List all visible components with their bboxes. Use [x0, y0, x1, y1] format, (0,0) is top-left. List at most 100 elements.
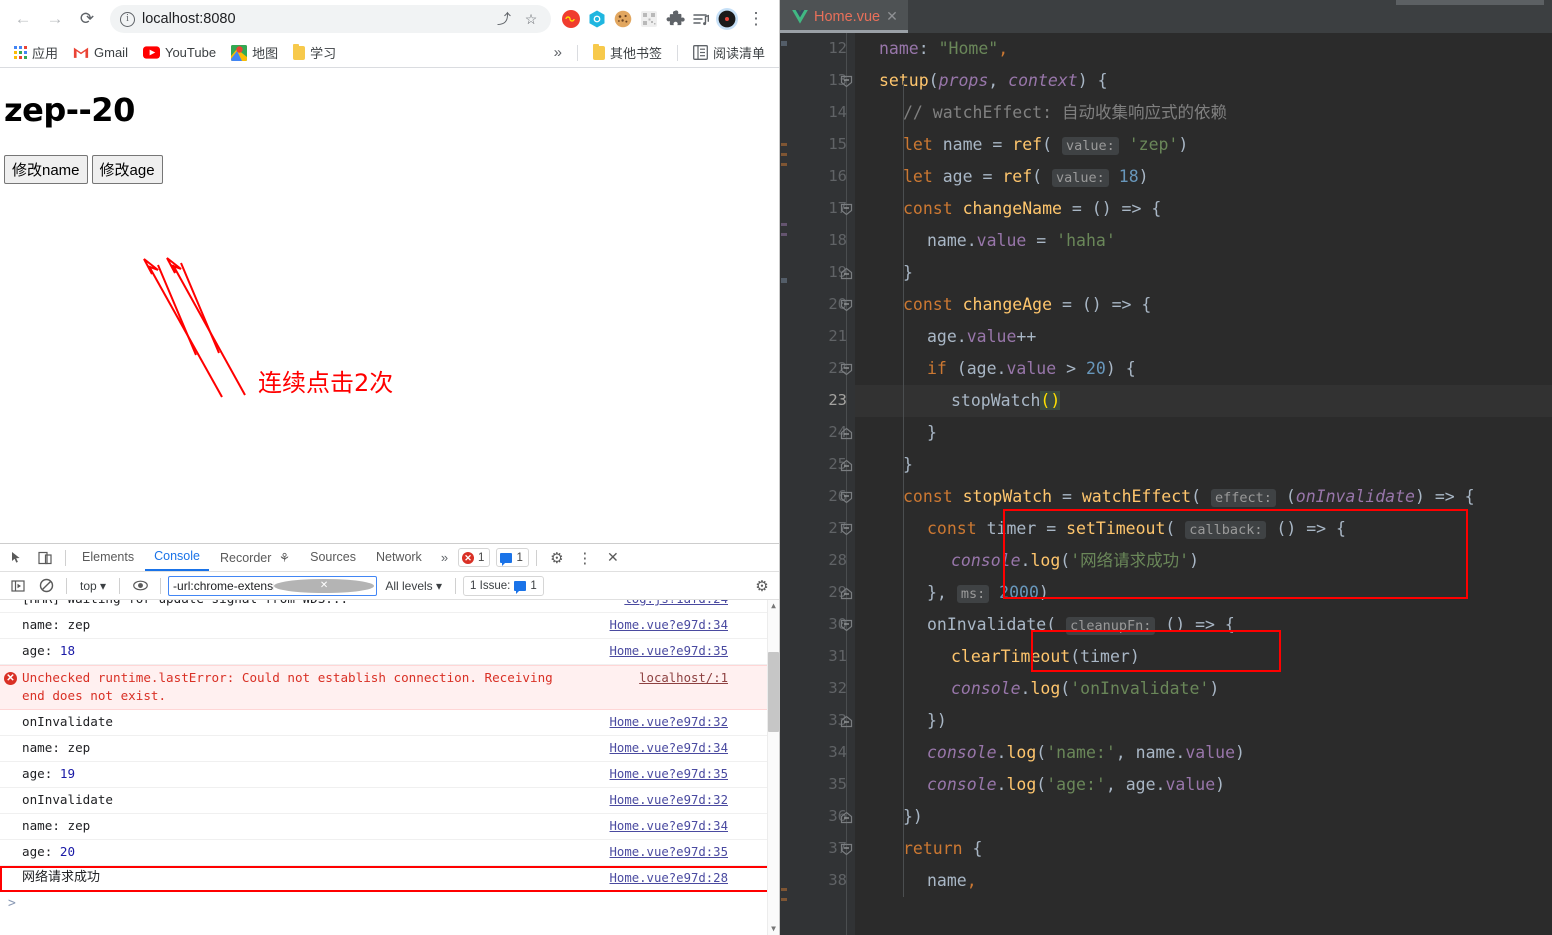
- issues-chip[interactable]: 1 Issue: 1: [463, 575, 544, 596]
- site-info-icon[interactable]: i: [120, 11, 135, 27]
- change-age-button[interactable]: 修改age: [91, 155, 163, 184]
- fold-collapse-icon[interactable]: [840, 203, 853, 216]
- fold-collapse-icon[interactable]: [840, 299, 853, 312]
- console-sidebar-icon[interactable]: [5, 574, 31, 598]
- chrome-menu-icon[interactable]: ⋮: [741, 4, 771, 34]
- console-row[interactable]: age: 19 Home.vue?e97d:35: [0, 762, 779, 788]
- live-expression-icon[interactable]: [127, 574, 153, 598]
- bookmark-apps[interactable]: 应用: [8, 41, 64, 64]
- console-scroll-thumb[interactable]: [768, 652, 779, 732]
- hexagon-icon[interactable]: [585, 7, 609, 31]
- tab-console[interactable]: Console: [145, 544, 209, 571]
- bookmark-other[interactable]: 其他书签: [587, 41, 668, 64]
- close-icon[interactable]: ✕: [886, 8, 898, 25]
- tab-network[interactable]: Network: [367, 545, 431, 570]
- console-source-link[interactable]: Home.vue?e97d:35: [610, 843, 772, 861]
- console-message: age: 19: [8, 765, 75, 783]
- console-row[interactable]: name: zep Home.vue?e97d:34: [0, 613, 779, 639]
- console-row[interactable]: age: 18 Home.vue?e97d:35: [0, 639, 779, 665]
- log-level-selector[interactable]: All levels ▾: [379, 579, 448, 593]
- puzzle-icon[interactable]: [663, 7, 687, 31]
- share-icon[interactable]: ⤴: [494, 9, 514, 29]
- fold-end-icon[interactable]: [840, 587, 853, 600]
- fold-collapse-icon[interactable]: [840, 843, 853, 856]
- console-source-link[interactable]: Home.vue?e97d:28: [610, 869, 772, 887]
- fold-end-icon[interactable]: [840, 811, 853, 824]
- bookmark-gmail[interactable]: Gmail: [67, 43, 134, 62]
- line-number: 18: [828, 231, 847, 249]
- fold-end-icon[interactable]: [840, 459, 853, 472]
- infinity-icon[interactable]: [559, 7, 583, 31]
- fold-end-icon[interactable]: [840, 715, 853, 728]
- issue-icon: [514, 580, 527, 594]
- tab-sources[interactable]: Sources: [301, 545, 365, 570]
- devtools-close-icon[interactable]: ✕: [600, 546, 626, 570]
- playlist-icon[interactable]: [689, 7, 713, 31]
- clear-console-icon[interactable]: [33, 574, 59, 598]
- console-source-link[interactable]: Home.vue?e97d:34: [610, 817, 772, 835]
- console-source-link[interactable]: Home.vue?e97d:32: [610, 713, 772, 731]
- console-message-text: age:: [22, 766, 60, 781]
- bookmark-star-icon[interactable]: ☆: [521, 11, 541, 28]
- message-count-badge[interactable]: 1: [496, 548, 529, 567]
- error-count-badge[interactable]: ✕ 1: [458, 548, 491, 567]
- address-bar[interactable]: i localhost:8080 ⤴ ☆: [110, 5, 551, 33]
- tab-elements[interactable]: Elements: [73, 545, 143, 570]
- qr-icon[interactable]: [637, 7, 661, 31]
- bookmark-youtube[interactable]: YouTube: [137, 43, 222, 62]
- device-toolbar-icon[interactable]: [32, 546, 58, 570]
- bookmark-study[interactable]: 学习: [287, 41, 342, 64]
- code-line: // watchEffect: 自动收集响应式的依赖: [903, 103, 1227, 122]
- reading-list[interactable]: 阅读清单: [687, 41, 771, 64]
- change-name-button[interactable]: 修改name: [4, 155, 88, 184]
- console-row[interactable]: age: 20 Home.vue?e97d:35: [0, 840, 779, 866]
- console-row-error[interactable]: ✕ Unchecked runtime.lastError: Could not…: [0, 665, 779, 710]
- scroll-up-icon[interactable]: ▲: [768, 600, 779, 612]
- console-row[interactable]: onInvalidate Home.vue?e97d:32: [0, 710, 779, 736]
- fold-collapse-icon[interactable]: [840, 523, 853, 536]
- console-row[interactable]: [HMR] Waiting for update signal from WDS…: [0, 600, 779, 613]
- context-selector[interactable]: top ▾: [74, 579, 112, 593]
- console-settings-icon[interactable]: ⚙: [749, 574, 775, 598]
- console-scrollbar[interactable]: ▲ ▼: [767, 600, 779, 935]
- console-source-link[interactable]: Home.vue?e97d:35: [610, 642, 772, 660]
- bookmark-maps[interactable]: 地图: [225, 41, 284, 64]
- record-icon[interactable]: [715, 7, 739, 31]
- code-area[interactable]: name: "Home", setup(props, context) { //…: [855, 33, 1552, 935]
- back-icon[interactable]: ←: [8, 4, 38, 34]
- console-row[interactable]: onInvalidate Home.vue?e97d:32: [0, 788, 779, 814]
- scroll-down-icon[interactable]: ▼: [768, 923, 779, 935]
- console-row[interactable]: name: zep Home.vue?e97d:34: [0, 736, 779, 762]
- editor-tab-home-vue[interactable]: Home.vue ✕: [780, 0, 908, 33]
- console-source-link[interactable]: Home.vue?e97d:32: [610, 791, 772, 809]
- console-row[interactable]: name: zep Home.vue?e97d:34: [0, 814, 779, 840]
- fold-end-icon[interactable]: [840, 427, 853, 440]
- forward-icon[interactable]: →: [40, 4, 70, 34]
- console-prompt[interactable]: >: [0, 892, 779, 915]
- clear-filter-icon[interactable]: ✕: [273, 578, 375, 593]
- code-line: console.log('age:', age.value): [927, 775, 1226, 794]
- devtools-more-icon[interactable]: ⋮: [572, 546, 598, 570]
- fold-end-icon[interactable]: [840, 267, 853, 280]
- console-source-link[interactable]: Home.vue?e97d:34: [610, 739, 772, 757]
- line-number: 12: [828, 39, 847, 57]
- console-source-link[interactable]: log.js?1afd:24: [624, 600, 772, 608]
- console-output[interactable]: [HMR] Waiting for update signal from WDS…: [0, 600, 779, 935]
- console-source-link[interactable]: Home.vue?e97d:35: [610, 765, 772, 783]
- console-row-highlighted[interactable]: 网络请求成功 Home.vue?e97d:28: [0, 866, 779, 892]
- bookmarks-overflow-icon[interactable]: »: [548, 44, 568, 61]
- cookie-icon[interactable]: [611, 7, 635, 31]
- console-source-link[interactable]: localhost/:1: [639, 669, 772, 687]
- devtools-settings-icon[interactable]: ⚙: [544, 546, 570, 570]
- fold-collapse-icon[interactable]: [840, 619, 853, 632]
- fold-collapse-icon[interactable]: [840, 491, 853, 504]
- fold-collapse-icon[interactable]: [840, 75, 853, 88]
- inspect-element-icon[interactable]: [4, 546, 30, 570]
- console-source-link[interactable]: Home.vue?e97d:34: [610, 616, 772, 634]
- reload-icon[interactable]: ⟳: [72, 4, 102, 34]
- tab-recorder[interactable]: Recorder ⚘: [211, 545, 299, 571]
- editor-body[interactable]: 12 13 14 15 16 17 18 19 20 21 22 23 24 25 26 27 28 29 30 31…: [780, 33, 1552, 935]
- devtools-tabs-overflow-icon[interactable]: »: [433, 550, 456, 565]
- fold-collapse-icon[interactable]: [840, 363, 853, 376]
- console-filter-input[interactable]: -url:chrome-extension://jgphnjokjhjlcnna…: [168, 575, 378, 596]
